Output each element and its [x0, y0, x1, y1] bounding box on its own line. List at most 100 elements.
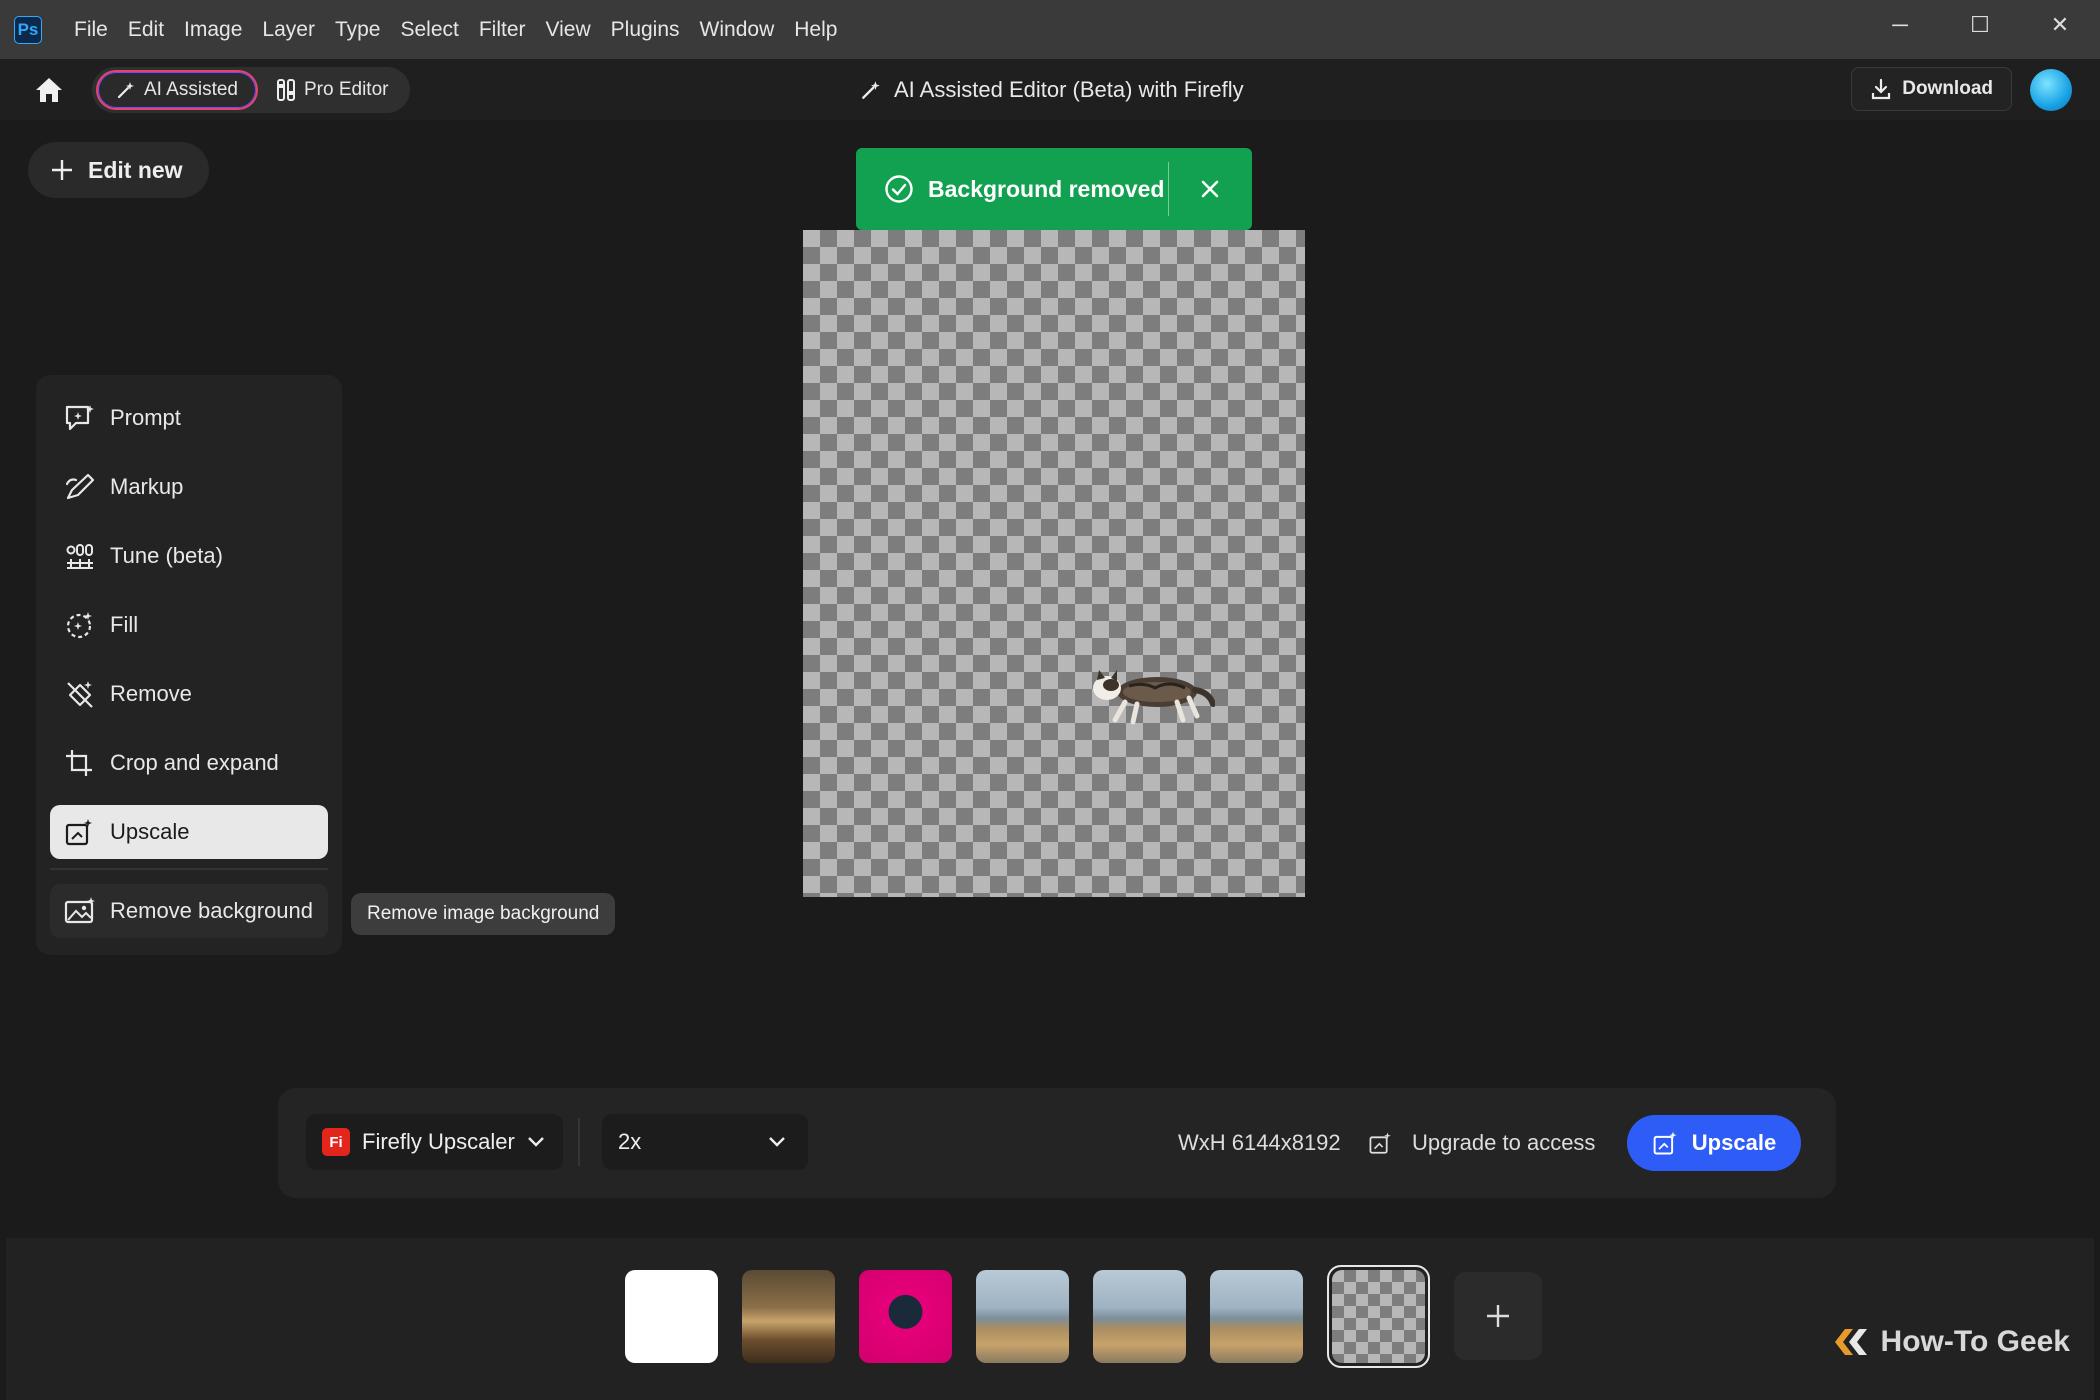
options-divider: [578, 1118, 580, 1166]
upscale-button[interactable]: Upscale: [1627, 1115, 1801, 1171]
menu-type[interactable]: Type: [325, 18, 391, 42]
tool-fill-label: Fill: [110, 612, 139, 637]
checkmark-circle-icon: [885, 175, 913, 203]
workspace: Edit new Background removed Prompt Marku…: [6, 120, 2094, 1400]
editor-mode-switch: AI Assisted Pro Editor: [92, 66, 411, 113]
upgrade-to-access-link[interactable]: Upgrade to access: [1368, 1088, 1595, 1198]
tool-remove-background-label: Remove background: [110, 898, 314, 923]
upscaler-model-dropdown[interactable]: Fi Firefly Upscaler: [306, 1114, 563, 1170]
menu-plugins[interactable]: Plugins: [601, 18, 690, 42]
menu-select[interactable]: Select: [390, 18, 468, 42]
thumbnail-beach-1[interactable]: [976, 1270, 1069, 1363]
tool-prompt[interactable]: Prompt: [50, 391, 328, 445]
ai-assisted-mode-button[interactable]: AI Assisted: [96, 69, 258, 110]
image-canvas[interactable]: [803, 230, 1305, 897]
thumbnail-transparent: [1332, 1270, 1425, 1363]
tool-crop-expand[interactable]: Crop and expand: [50, 736, 328, 790]
tool-markup-label: Markup: [110, 474, 184, 499]
magic-wand-icon: [117, 81, 134, 98]
scale-factor-value: 2x: [618, 1129, 642, 1154]
background-removed-toast: Background removed: [856, 148, 1252, 230]
avatar[interactable]: [2030, 69, 2072, 111]
scale-factor-dropdown[interactable]: 2x: [602, 1114, 808, 1170]
thumbnail-list: [625, 1265, 1542, 1368]
plus-icon: [52, 160, 72, 180]
ai-assisted-label: AI Assisted: [144, 78, 238, 100]
menu-file[interactable]: File: [64, 18, 118, 42]
tool-prompt-label: Prompt: [110, 405, 181, 430]
pro-editor-mode-button[interactable]: Pro Editor: [258, 70, 406, 110]
thumbnail-portrait[interactable]: [859, 1270, 952, 1363]
download-button[interactable]: Download: [1851, 67, 2012, 111]
edit-new-button[interactable]: Edit new: [28, 142, 209, 198]
chevron-down-icon: [527, 1137, 544, 1147]
upscale-options-bar: Fi Firefly Upscaler 2x WxH 6144x8192 Upg…: [278, 1088, 1836, 1198]
upscaler-model-label: Firefly Upscaler: [362, 1129, 515, 1154]
tool-remove-background[interactable]: Remove background: [50, 884, 328, 938]
tool-divider: [50, 868, 328, 870]
tool-crop-expand-label: Crop and expand: [110, 750, 279, 775]
tool-panel: Prompt Markup Tune (beta) Fill Remove Cr…: [36, 375, 342, 955]
tune-icon: [66, 544, 93, 569]
pro-editor-label: Pro Editor: [304, 78, 389, 100]
edit-new-label: Edit new: [88, 156, 183, 183]
remove-background-icon: [64, 897, 95, 924]
window-controls: ─ ☐ ✕: [1860, 0, 2100, 59]
sliders-icon: [277, 78, 295, 101]
menu-filter[interactable]: Filter: [469, 18, 536, 42]
magic-wand-icon: [862, 80, 880, 99]
remove-icon: [67, 681, 93, 708]
thumbnail-beach-2[interactable]: [1093, 1270, 1186, 1363]
maximize-button[interactable]: ☐: [1940, 0, 2020, 50]
firefly-logo-icon: Fi: [322, 1128, 350, 1156]
tool-upscale-label: Upscale: [110, 819, 190, 844]
menu-layer[interactable]: Layer: [252, 18, 325, 42]
markup-icon: [65, 473, 95, 500]
menu-view[interactable]: View: [536, 18, 601, 42]
title-bar: Ps File Edit Image Layer Type Select Fil…: [0, 0, 2100, 59]
how-to-geek-watermark: How-To Geek: [1831, 1325, 2070, 1359]
thumbnail-kitchen[interactable]: [742, 1270, 835, 1363]
menu-bar: File Edit Image Layer Type Select Filter…: [64, 18, 847, 42]
menu-window[interactable]: Window: [690, 18, 785, 42]
thumbnail-blank[interactable]: [625, 1270, 718, 1363]
thumbnail-current-selected[interactable]: [1327, 1265, 1430, 1368]
app-title: AI Assisted Editor (Beta) with Firefly: [860, 59, 1244, 120]
minimize-button[interactable]: ─: [1860, 0, 1940, 50]
upscale-icon: [1369, 1132, 1391, 1154]
thumbnail-beach-3[interactable]: [1210, 1270, 1303, 1363]
crop-icon: [66, 750, 92, 776]
menu-edit[interactable]: Edit: [118, 18, 174, 42]
prompt-icon: [65, 405, 94, 431]
home-icon: [36, 77, 62, 102]
toast-close-button[interactable]: [1169, 179, 1251, 199]
upscale-button-label: Upscale: [1691, 1130, 1777, 1155]
add-image-button[interactable]: [1454, 1272, 1542, 1360]
menu-image[interactable]: Image: [174, 18, 252, 42]
plus-icon: [1487, 1305, 1509, 1327]
close-window-button[interactable]: ✕: [2020, 0, 2100, 50]
upscale-icon: [1653, 1131, 1677, 1155]
watermark-text: How-To Geek: [1880, 1325, 2070, 1358]
how-to-geek-logo-icon: [1834, 1329, 1867, 1355]
tool-remove-label: Remove: [110, 681, 192, 706]
tool-remove[interactable]: Remove: [50, 667, 328, 721]
tool-fill[interactable]: Fill: [50, 598, 328, 652]
remove-background-tooltip: Remove image background: [351, 893, 616, 935]
photoshop-logo-icon: Ps: [14, 15, 42, 44]
toast-text: Background removed: [928, 175, 1165, 202]
tool-tune-label: Tune (beta): [110, 543, 223, 568]
app-title-text: AI Assisted Editor (Beta) with Firefly: [894, 76, 1244, 102]
app-bar: AI Assisted Pro Editor AI Assisted Edito…: [0, 59, 2100, 120]
home-button[interactable]: [22, 63, 76, 117]
tool-markup[interactable]: Markup: [50, 460, 328, 514]
output-dimensions: WxH 6144x8192: [1178, 1130, 1341, 1155]
filmstrip: [6, 1238, 2094, 1400]
upscale-icon: [65, 819, 92, 846]
tool-tune[interactable]: Tune (beta): [50, 529, 328, 583]
upgrade-label: Upgrade to access: [1412, 1130, 1596, 1155]
chevron-down-icon: [769, 1137, 785, 1147]
menu-help[interactable]: Help: [784, 18, 847, 42]
tool-upscale[interactable]: Upscale: [50, 805, 328, 859]
close-icon: [1201, 180, 1219, 198]
